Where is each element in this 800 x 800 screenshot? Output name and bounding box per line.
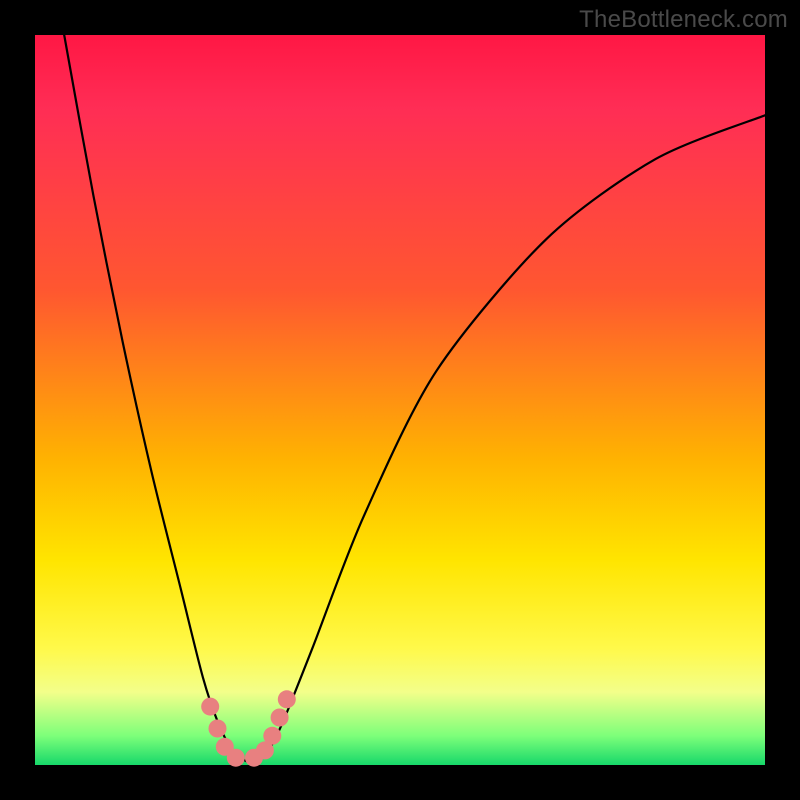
- curve-marker: [271, 709, 289, 727]
- bottleneck-curve: [64, 35, 765, 763]
- plot-area: [35, 35, 765, 765]
- curve-markers: [201, 690, 296, 766]
- curve-marker: [278, 690, 296, 708]
- watermark-text: TheBottleneck.com: [579, 6, 788, 34]
- curve-marker: [209, 720, 227, 738]
- curve-marker: [201, 698, 219, 716]
- chart-frame: TheBottleneck.com: [0, 0, 800, 800]
- curve-marker: [227, 749, 245, 767]
- curve-marker: [263, 727, 281, 745]
- curve-svg: [35, 35, 765, 765]
